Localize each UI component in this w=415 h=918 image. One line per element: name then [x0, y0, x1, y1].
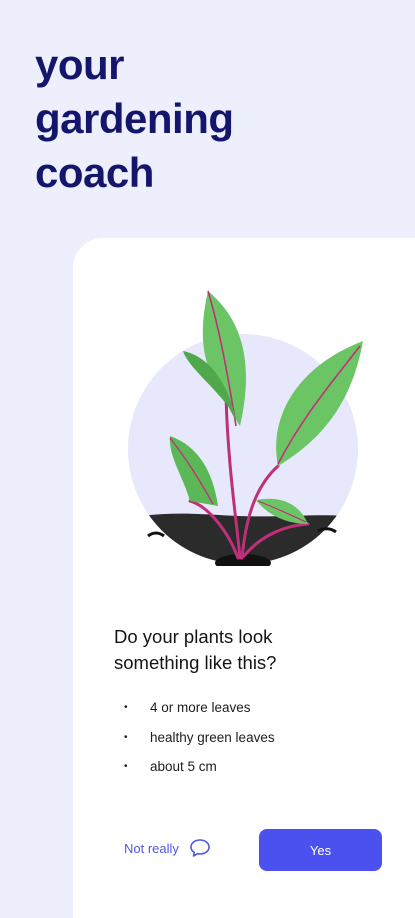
list-item: healthy green leaves	[124, 723, 275, 753]
not-really-button[interactable]: Not really	[124, 838, 211, 858]
page-title: your gardening coach	[35, 41, 234, 196]
plant-check-card: Do your plants look something like this?…	[73, 238, 415, 918]
not-really-label: Not really	[124, 840, 179, 856]
chat-bubble-icon	[190, 839, 210, 857]
plant-question: Do your plants look something like this?	[114, 626, 277, 673]
list-item: about 5 cm	[124, 752, 275, 782]
seedling-illustration	[128, 290, 363, 566]
criteria-list: 4 or more leaves healthy green leaves ab…	[124, 693, 275, 782]
list-item: 4 or more leaves	[124, 693, 275, 723]
yes-button[interactable]: Yes	[259, 829, 382, 871]
